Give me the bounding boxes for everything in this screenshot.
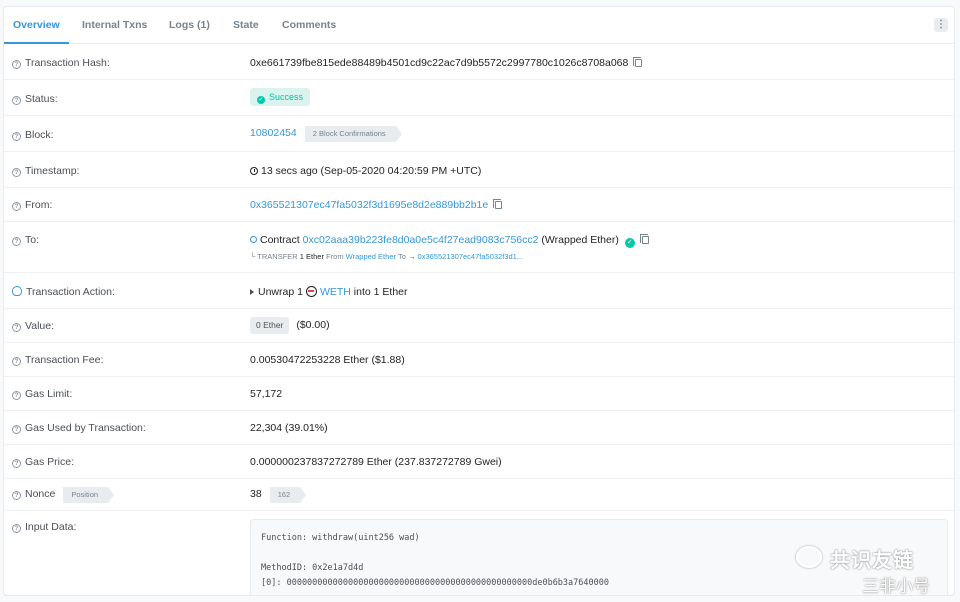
help-icon: ? bbox=[12, 391, 21, 400]
gas-used-row: ? Gas Used by Transaction: 22,304 (39.01%… bbox=[4, 411, 954, 445]
gas-limit-label: Gas Limit: bbox=[25, 388, 73, 400]
gas-used-label: Gas Used by Transaction: bbox=[25, 422, 146, 434]
help-icon: ? bbox=[12, 60, 21, 69]
to-address-link[interactable]: 0xc02aaa39b223fe8d0a0e5c4f27ead9083c756c… bbox=[303, 234, 539, 246]
contract-name: (Wrapped Ether) bbox=[541, 234, 619, 246]
to-row: ? To: Contract 0xc02aaa39b223fe8d0a0e5c4f… bbox=[4, 222, 954, 273]
tx-action-row: Transaction Action: Unwrap 1 WETH into 1 … bbox=[4, 273, 954, 309]
copy-icon[interactable] bbox=[493, 199, 503, 209]
tab-logs[interactable]: Logs (1) bbox=[169, 7, 210, 44]
tx-hash-row: ? Transaction Hash: 0xe661739fbe815ede884… bbox=[4, 44, 954, 80]
tx-fee-row: ? Transaction Fee: 0.00530472253228 Ether… bbox=[4, 343, 954, 377]
value-badge: 0 Ether bbox=[250, 317, 290, 334]
gas-price-value: 0.000000237837272789 Ether (237.83727278… bbox=[250, 456, 502, 468]
tab-bar: Overview Internal Txns Logs (1) State Co… bbox=[4, 7, 954, 44]
tab-state[interactable]: State bbox=[233, 7, 259, 44]
transfer-to-link[interactable]: 0x365521307ec47fa5032f3d1... bbox=[418, 252, 524, 261]
lightbulb-icon bbox=[12, 286, 22, 296]
tx-hash-value: 0xe661739fbe815ede88489b4501cd9c22ac7d9b… bbox=[250, 57, 629, 69]
verified-check-icon: ✓ bbox=[624, 238, 635, 248]
help-icon: ? bbox=[12, 459, 21, 468]
help-icon: ? bbox=[12, 323, 21, 332]
value-label: Value: bbox=[25, 320, 54, 332]
tab-comments[interactable]: Comments bbox=[282, 7, 336, 44]
gas-price-label: Gas Price: bbox=[25, 456, 75, 468]
timestamp-value: 13 secs ago (Sep-05-2020 04:20:59 PM +UT… bbox=[261, 165, 482, 177]
help-icon: ? bbox=[12, 202, 21, 211]
caret-right-icon bbox=[250, 289, 254, 295]
copy-icon[interactable] bbox=[639, 234, 649, 244]
weth-token-link[interactable]: WETH bbox=[320, 286, 351, 298]
position-tag: Position bbox=[63, 487, 114, 503]
more-options-icon[interactable]: ⋮ bbox=[934, 18, 948, 32]
help-icon: ? bbox=[12, 425, 21, 434]
tab-overview[interactable]: Overview bbox=[4, 7, 69, 44]
nonce-value: 38 bbox=[250, 488, 262, 500]
clock-icon bbox=[250, 167, 258, 175]
check-circle-icon: ✓ bbox=[257, 96, 265, 104]
from-row: ? From: 0x365521307ec47fa5032f3d1695e8d2e… bbox=[4, 188, 954, 222]
help-icon: ? bbox=[12, 237, 21, 246]
timestamp-row: ? Timestamp: 13 secs ago (Sep-05-2020 04:… bbox=[4, 152, 954, 188]
input-data-label: Input Data: bbox=[25, 521, 77, 533]
tx-fee-value: 0.00530472253228 Ether ($1.88) bbox=[250, 354, 405, 366]
from-label: From: bbox=[25, 199, 53, 211]
transfer-from-link[interactable]: Wrapped Ether bbox=[346, 252, 396, 261]
status-row: ? Status: ✓ Success bbox=[4, 80, 954, 116]
help-icon: ? bbox=[12, 96, 21, 105]
help-icon: ? bbox=[12, 524, 21, 533]
transaction-details-card: Overview Internal Txns Logs (1) State Co… bbox=[3, 6, 955, 596]
nonce-row: ? Nonce Position 38 162 bbox=[4, 479, 954, 511]
tx-hash-label: Transaction Hash: bbox=[25, 57, 110, 69]
gas-limit-value: 57,172 bbox=[250, 388, 283, 400]
tab-internal-txns[interactable]: Internal Txns bbox=[82, 7, 147, 44]
watermark-line1: 共识友链 bbox=[830, 550, 914, 572]
help-icon: ? bbox=[12, 168, 21, 177]
from-address-link[interactable]: 0x365521307ec47fa5032f3d1695e8d2e889bb2b… bbox=[250, 199, 488, 211]
tx-action-label: Transaction Action: bbox=[26, 286, 115, 298]
to-label: To: bbox=[25, 234, 40, 246]
timestamp-label: Timestamp: bbox=[25, 165, 80, 177]
help-icon: ? bbox=[12, 491, 21, 500]
search-icon bbox=[250, 236, 257, 243]
block-row: ? Block: 10802454 2 Block Confirmations bbox=[4, 116, 954, 152]
copy-icon[interactable] bbox=[633, 57, 643, 67]
gas-limit-row: ? Gas Limit: 57,172 bbox=[4, 377, 954, 411]
block-confirmations-badge: 2 Block Confirmations bbox=[304, 126, 402, 142]
gas-price-row: ? Gas Price: 0.000000237837272789 Ether (… bbox=[4, 445, 954, 479]
block-number-link[interactable]: 10802454 bbox=[250, 127, 297, 139]
position-value-badge: 162 bbox=[269, 487, 306, 503]
weth-token-icon bbox=[305, 286, 317, 297]
contract-prefix: Contract bbox=[260, 234, 300, 246]
watermark: 共识友链 三非小号 bbox=[790, 540, 960, 600]
tx-fee-label: Transaction Fee: bbox=[25, 354, 104, 366]
help-icon: ? bbox=[12, 357, 21, 366]
value-usd: ($0.00) bbox=[296, 319, 330, 331]
value-row: ? Value: 0 Ether ($0.00) bbox=[4, 309, 954, 343]
status-badge: ✓ Success bbox=[250, 88, 311, 106]
nonce-label: Nonce bbox=[25, 488, 56, 500]
gas-used-value: 22,304 (39.01%) bbox=[250, 422, 328, 434]
watermark-line2: 三非小号 bbox=[862, 577, 930, 596]
wechat-logo-icon bbox=[796, 546, 822, 568]
transfer-line: └ TRANSFER 1 Ether From Wrapped Ether To… bbox=[250, 252, 524, 261]
block-label: Block: bbox=[25, 129, 54, 141]
help-icon: ? bbox=[12, 132, 21, 141]
status-label: Status: bbox=[25, 93, 58, 105]
